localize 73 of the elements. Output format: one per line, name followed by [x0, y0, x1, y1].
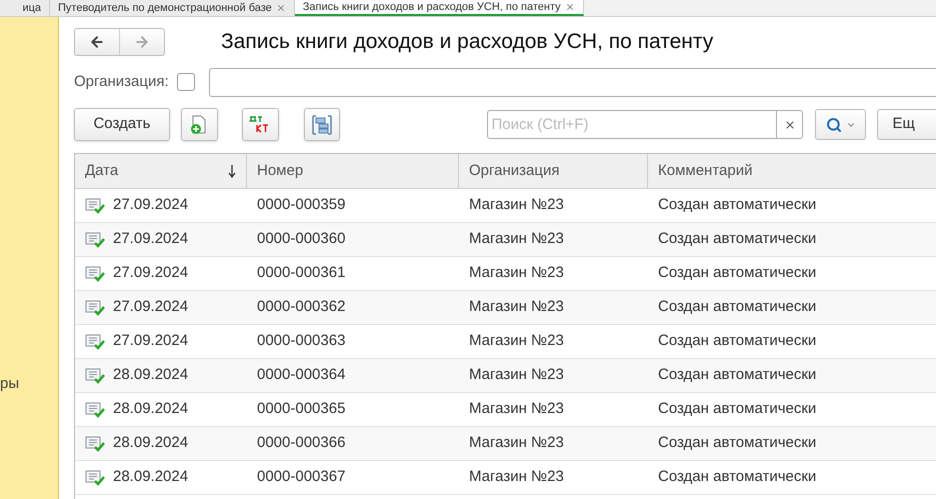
table-cell: Создан автоматически [658, 332, 816, 350]
table-cell: 0000-000364 [257, 366, 346, 384]
table-cell: 0000-000365 [257, 400, 346, 418]
debit-credit-button[interactable] [242, 108, 279, 141]
hierarchy-icon [311, 114, 334, 136]
table-cell: Магазин №23 [469, 400, 564, 418]
tab[interactable]: Запись книги доходов и расходов УСН, по патенту [294, 0, 584, 16]
search-field[interactable]: Поиск (Ctrl+F) [487, 110, 778, 139]
table-cell-text: 27.09.2024 [113, 195, 188, 216]
more-button[interactable]: Ещ [877, 109, 936, 140]
posted-document-icon [85, 436, 105, 452]
table-cell-text: 28.09.2024 [113, 399, 188, 420]
table-cell: 0000-000366 [257, 434, 346, 452]
field-label: Организация: [74, 72, 169, 92]
table-cell-text: 28.09.2024 [113, 467, 188, 488]
column-header[interactable]: Дата [85, 160, 118, 182]
table-cell-text: 28.09.2024 [113, 433, 188, 454]
form-title: Запись книги доходов и расходов УСН, по патенту [221, 29, 714, 56]
table-cell: 0000-000359 [257, 196, 346, 214]
table-cell: Создан автоматически [658, 434, 816, 452]
table-cell: Создан автоматически [658, 400, 816, 418]
posted-document-icon [85, 300, 105, 316]
posted-document-icon [85, 266, 105, 282]
organization-checkbox[interactable] [176, 73, 195, 91]
close-icon[interactable] [564, 2, 575, 12]
posted-document-icon [85, 368, 105, 384]
table-cell-text: 28.09.2024 [113, 365, 188, 386]
clear-button[interactable] [777, 110, 804, 139]
table-cell-text: 27.09.2024 [113, 297, 188, 318]
structure-button[interactable] [304, 108, 340, 141]
add-document-icon [190, 114, 208, 134]
add-document-button[interactable] [180, 108, 218, 141]
table-cell: Создан автоматически [658, 366, 816, 384]
clear-icon [784, 118, 796, 130]
table-cell: 0000-000362 [257, 298, 346, 316]
table-cell: Магазин №23 [469, 230, 564, 248]
search-icon [826, 116, 842, 132]
table-cell: Магазин №23 [469, 468, 564, 486]
close-icon[interactable] [276, 2, 286, 12]
table-cell: Создан автоматически [658, 468, 816, 486]
table-cell: Создан автоматически [658, 196, 816, 214]
table-cell-text: 27.09.2024 [113, 229, 188, 250]
table-cell-text: 27.09.2024 [113, 331, 188, 352]
table-cell: Создан автоматически [658, 230, 816, 248]
posted-document-icon [85, 402, 105, 418]
table-cell: 0000-000363 [257, 332, 346, 350]
posted-document-icon [85, 232, 105, 248]
tab[interactable]: ица [0, 0, 50, 16]
table-cell: Магазин №23 [469, 196, 564, 214]
posted-document-icon [85, 470, 105, 486]
posted-document-icon [85, 334, 105, 350]
table-cell: Создан автоматически [658, 298, 816, 316]
table-cell: 0000-000367 [257, 468, 346, 486]
table-cell: 0000-000361 [257, 264, 346, 282]
search-button[interactable] [815, 109, 866, 140]
create-button[interactable]: Создать [74, 108, 170, 141]
column-header[interactable]: Комментарий [658, 160, 752, 182]
table-cell: Создан автоматически [658, 264, 816, 282]
table-cell: Магазин №23 [469, 264, 564, 282]
sidebar-item[interactable]: ры [0, 373, 20, 396]
table-cell: Магазин №23 [469, 366, 564, 384]
organization-input[interactable] [208, 68, 936, 96]
posted-document-icon [85, 198, 105, 214]
tab[interactable]: Путеводитель по демонстрационной базе [50, 0, 295, 16]
table-cell: Магазин №23 [469, 434, 564, 452]
sort-down-icon [228, 164, 236, 178]
table-cell: Магазин №23 [469, 298, 564, 316]
column-header[interactable]: Номер [257, 160, 304, 182]
table-cell: Магазин №23 [469, 332, 564, 350]
back-arrow-icon [89, 34, 105, 50]
table-cell: 0000-000360 [257, 230, 346, 248]
table-cell-text: 27.09.2024 [113, 263, 188, 284]
column-header[interactable]: Организация [469, 160, 560, 182]
